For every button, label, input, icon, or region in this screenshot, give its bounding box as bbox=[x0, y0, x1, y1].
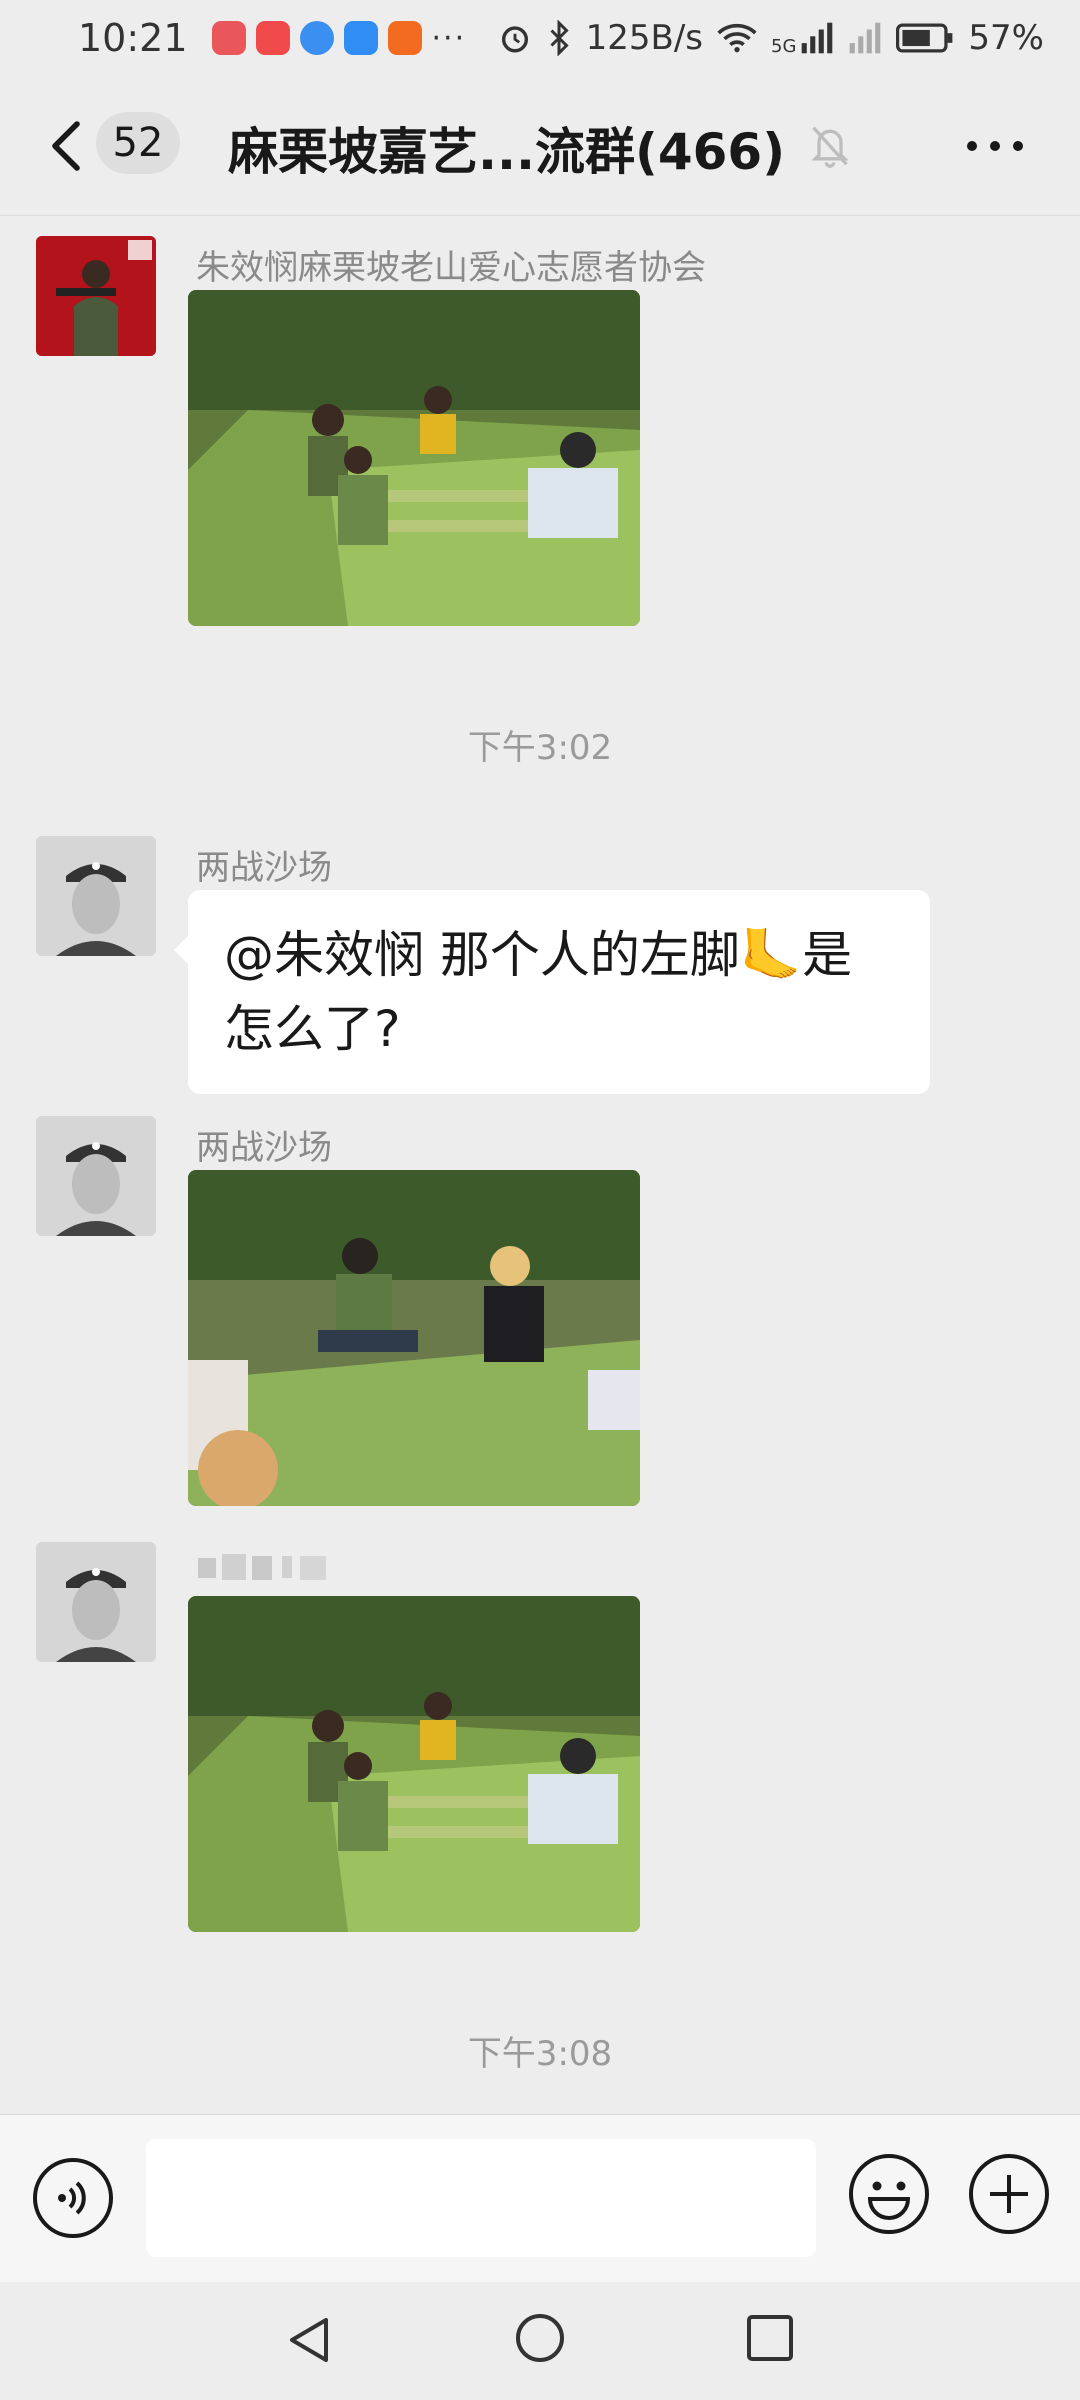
system-nav-bar bbox=[0, 2282, 1080, 2400]
avatar[interactable] bbox=[36, 1116, 156, 1236]
chat-photo[interactable] bbox=[188, 1170, 640, 1506]
sender-name: 两战沙场 bbox=[196, 848, 332, 888]
avatar[interactable] bbox=[36, 1542, 156, 1662]
book-app-icon bbox=[255, 21, 290, 55]
wifi-icon bbox=[717, 23, 757, 53]
status-time: 10:21 bbox=[78, 16, 188, 60]
sender-name: 两战沙场 bbox=[196, 1128, 332, 1168]
message-input[interactable] bbox=[146, 2139, 816, 2257]
signal-icon-2 bbox=[850, 22, 881, 54]
chat-timestamp: 下午3:02 bbox=[467, 728, 613, 768]
sender-name-blurred bbox=[196, 1546, 336, 1595]
plus-more-icon[interactable] bbox=[968, 2153, 1050, 2235]
nav-recent-apps-icon[interactable] bbox=[744, 2312, 796, 2364]
bluetooth-icon bbox=[550, 20, 569, 56]
battery-icon bbox=[896, 23, 953, 53]
avatar[interactable] bbox=[36, 836, 156, 956]
voice-input-icon[interactable] bbox=[32, 2157, 114, 2239]
browser-app-icon bbox=[299, 21, 334, 55]
avatar[interactable] bbox=[36, 236, 156, 356]
back-arrow-icon[interactable] bbox=[42, 118, 92, 174]
more-options-icon[interactable] bbox=[960, 136, 1030, 156]
weather-app-icon bbox=[343, 21, 378, 55]
message-bubble[interactable]: @朱效悯 那个人的左脚🦶是怎么了? bbox=[174, 890, 930, 1094]
emoji-icon[interactable] bbox=[848, 2153, 930, 2235]
more-notifications-icon: ··· bbox=[431, 20, 467, 56]
status-bar: 10:21 ··· 125B/s 5G 57% bbox=[0, 0, 1080, 76]
alarm-icon bbox=[501, 26, 528, 53]
signal-5g-label: 5G bbox=[771, 36, 797, 57]
signal-icon bbox=[802, 22, 833, 54]
network-speed: 125B/s bbox=[585, 18, 704, 58]
huawei-app-icon bbox=[211, 21, 246, 55]
taobao-app-icon bbox=[387, 21, 422, 55]
chat-timestamp: 下午3:08 bbox=[467, 2034, 613, 2074]
sender-name: 朱效悯麻栗坡老山爱心志愿者协会 bbox=[196, 248, 706, 288]
nav-home-icon[interactable] bbox=[512, 2310, 568, 2366]
input-bar bbox=[0, 2114, 1080, 2282]
unread-count-badge[interactable]: 52 bbox=[96, 112, 180, 174]
battery-percent: 57% bbox=[968, 18, 1044, 58]
chat-title: 麻栗坡嘉艺...流群(466) bbox=[228, 123, 786, 181]
nav-back-icon[interactable] bbox=[282, 2312, 338, 2368]
chat-header: 52 麻栗坡嘉艺...流群(466) bbox=[0, 76, 1080, 216]
mute-bell-icon bbox=[811, 126, 849, 168]
chat-photo[interactable] bbox=[188, 1596, 640, 1932]
chat-photo[interactable] bbox=[188, 290, 640, 626]
